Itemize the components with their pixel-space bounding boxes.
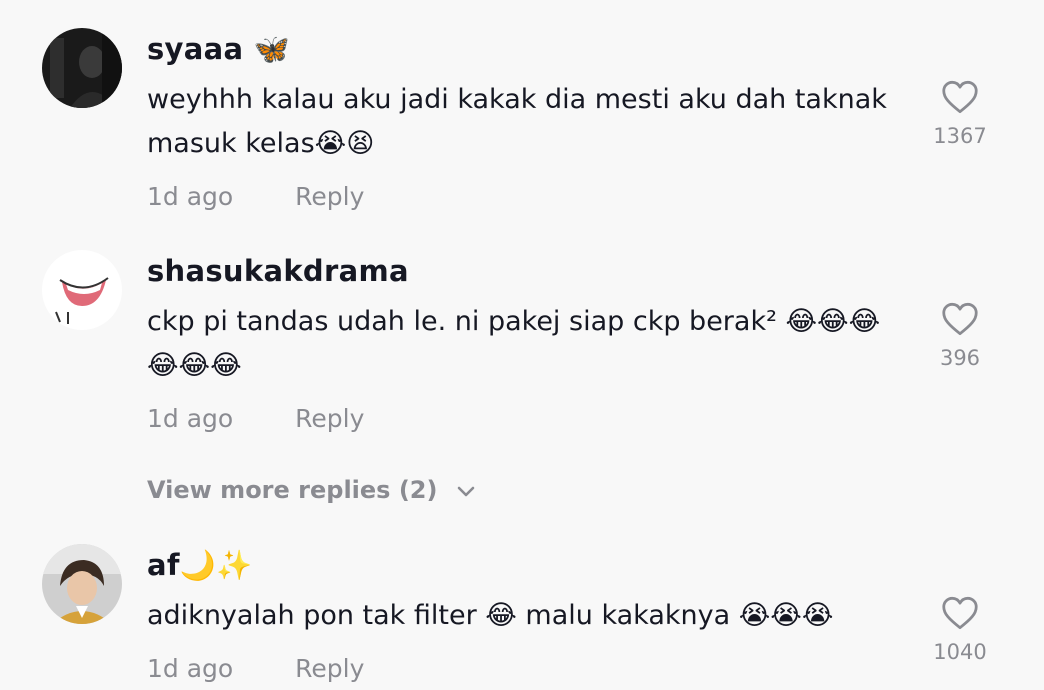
comment-time: 1d ago: [147, 182, 234, 211]
reply-button[interactable]: Reply: [295, 182, 364, 211]
avatar[interactable]: [42, 28, 122, 108]
reply-button[interactable]: Reply: [295, 404, 364, 433]
comment-meta: 1d ago Reply: [147, 654, 364, 683]
comment-meta: 1d ago Reply: [147, 182, 364, 211]
comment-text: adiknyalah pon tak filter 😂 malu kakakny…: [147, 600, 834, 631]
heart-icon[interactable]: [941, 302, 979, 336]
comment-username[interactable]: af🌙✨: [147, 548, 253, 583]
comment-text: weyhhh kalau aku jadi kakak dia mesti ak…: [147, 84, 887, 159]
smile-drawing-avatar-icon: [42, 250, 122, 330]
like-count: 1040: [933, 640, 987, 664]
comment-time: 1d ago: [147, 654, 234, 683]
comment-time: 1d ago: [147, 404, 234, 433]
dark-photo-avatar-icon: [42, 28, 122, 108]
like-count: 396: [939, 346, 981, 370]
heart-icon[interactable]: [941, 80, 979, 114]
comment-username[interactable]: syaaa 🦋: [147, 32, 290, 67]
avatar[interactable]: [42, 250, 122, 330]
avatar[interactable]: [42, 544, 122, 624]
like-control: 1367: [915, 80, 1005, 148]
like-control: 396: [915, 302, 1005, 370]
chevron-down-icon: [457, 486, 475, 497]
heart-icon[interactable]: [941, 596, 979, 630]
person-photo-avatar-icon: [42, 544, 122, 624]
like-count: 1367: [933, 124, 987, 148]
reply-button[interactable]: Reply: [295, 654, 364, 683]
view-more-label: View more replies (2): [147, 476, 438, 504]
comment-username[interactable]: shasukakdrama: [147, 254, 409, 288]
view-more-replies-button[interactable]: View more replies (2): [147, 476, 476, 504]
comment-text: ckp pi tandas udah le. ni pakej siap ckp…: [147, 306, 881, 381]
comment-meta: 1d ago Reply: [147, 404, 364, 433]
like-control: 1040: [915, 596, 1005, 664]
